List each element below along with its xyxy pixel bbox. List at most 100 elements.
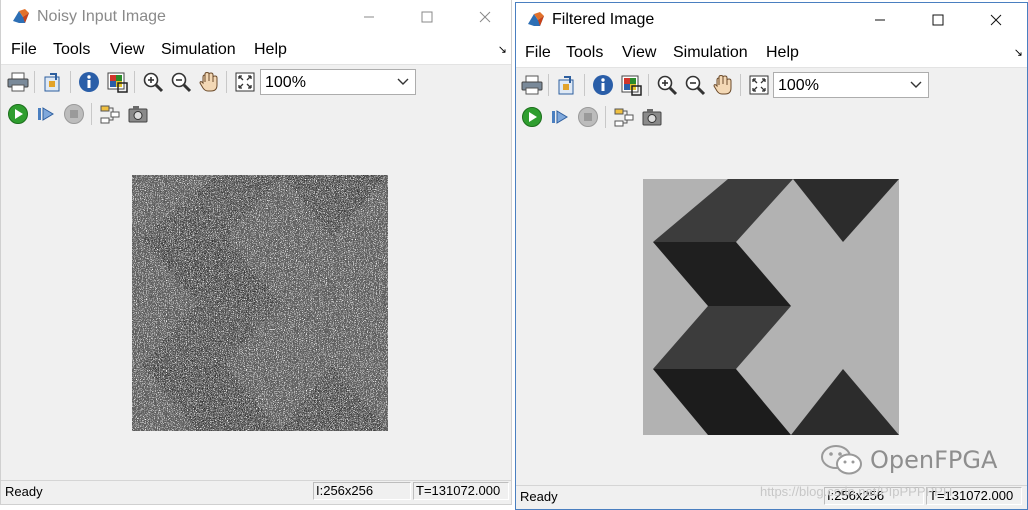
- minimize-icon: [364, 16, 374, 18]
- parameters-icon: [558, 76, 574, 95]
- maximize-icon: [421, 11, 433, 23]
- pan-hand-icon: [713, 74, 732, 95]
- menu-view[interactable]: View: [110, 41, 144, 59]
- dock-arrow-icon[interactable]: ↘: [498, 43, 507, 56]
- menu-simulation[interactable]: Simulation: [161, 41, 236, 59]
- info-icon: [79, 72, 99, 92]
- snapshot-icon: [642, 109, 662, 126]
- image-display-area: [1, 130, 511, 474]
- pixel-region-icon: [107, 72, 128, 93]
- pan-hand-icon: [199, 71, 218, 92]
- zoom-out-button[interactable]: [683, 73, 707, 97]
- highlight-model-icon: [614, 108, 634, 127]
- menu-file[interactable]: File: [11, 41, 37, 59]
- step-forward-icon: [38, 107, 54, 121]
- menu-view[interactable]: View: [622, 44, 656, 62]
- zoom-dropdown[interactable]: 100%: [773, 72, 929, 98]
- fit-to-window-icon: [235, 72, 255, 92]
- zoom-out-icon: [171, 72, 192, 93]
- highlight-model-button[interactable]: [98, 102, 122, 126]
- run-icon: [522, 107, 542, 127]
- watermark: OpenFPGA: [820, 444, 997, 476]
- noisy-input-window: Noisy Input Image File Tools View Simula…: [0, 0, 512, 505]
- zoom-in-icon: [143, 72, 164, 93]
- close-button[interactable]: [462, 0, 508, 34]
- stop-icon: [578, 107, 598, 127]
- status-bar: Ready I:256x256 T=131072.000: [1, 480, 511, 503]
- pan-button[interactable]: [711, 73, 735, 97]
- run-icon: [8, 104, 28, 124]
- parameters-button[interactable]: [41, 70, 65, 94]
- status-time: T=131072.000: [413, 482, 509, 500]
- info-button[interactable]: [591, 73, 615, 97]
- matlab-icon: [13, 9, 29, 23]
- zoom-in-icon: [657, 75, 678, 96]
- print-button[interactable]: [6, 70, 30, 94]
- step-forward-button[interactable]: [34, 102, 58, 126]
- close-button[interactable]: [973, 3, 1019, 37]
- menu-file[interactable]: File: [525, 44, 551, 62]
- highlight-model-icon: [100, 105, 120, 124]
- menu-tools[interactable]: Tools: [53, 41, 90, 59]
- menu-bar: File Tools View Simulation Help ↘: [1, 34, 511, 65]
- maximize-button[interactable]: [915, 3, 961, 37]
- matlab-icon: [528, 12, 544, 26]
- minimize-button[interactable]: [857, 3, 903, 37]
- main-toolbar: 100%: [1, 66, 511, 98]
- step-forward-button[interactable]: [548, 105, 572, 129]
- print-icon: [7, 72, 29, 92]
- filtered-image: [643, 179, 899, 435]
- fit-to-window-button[interactable]: [747, 73, 771, 97]
- dock-arrow-icon[interactable]: ↘: [1014, 46, 1023, 59]
- image-display-area: [516, 133, 1027, 479]
- snapshot-button[interactable]: [640, 105, 664, 129]
- info-icon: [593, 75, 613, 95]
- pan-button[interactable]: [197, 70, 221, 94]
- info-button[interactable]: [77, 70, 101, 94]
- zoom-out-icon: [685, 75, 706, 96]
- chevron-down-icon: [910, 81, 922, 88]
- close-icon: [479, 11, 491, 23]
- watermark-text: OpenFPGA: [870, 446, 998, 474]
- maximize-icon: [932, 14, 944, 26]
- maximize-button[interactable]: [404, 0, 450, 34]
- highlight-model-button[interactable]: [612, 105, 636, 129]
- snapshot-icon: [128, 106, 148, 123]
- zoom-dropdown[interactable]: 100%: [260, 69, 416, 95]
- run-button[interactable]: [6, 102, 30, 126]
- noisy-image: [132, 175, 388, 431]
- menu-tools[interactable]: Tools: [566, 44, 603, 62]
- stop-button[interactable]: [576, 105, 600, 129]
- title-bar[interactable]: Noisy Input Image: [1, 0, 511, 34]
- pixel-region-icon: [621, 75, 642, 96]
- step-forward-icon: [552, 110, 568, 124]
- minimize-icon: [875, 19, 885, 21]
- print-button[interactable]: [520, 73, 544, 97]
- snapshot-button[interactable]: [126, 102, 150, 126]
- run-button[interactable]: [520, 105, 544, 129]
- zoom-value: 100%: [778, 77, 819, 94]
- window-title: Noisy Input Image: [37, 8, 166, 25]
- zoom-in-button[interactable]: [655, 73, 679, 97]
- status-ready: Ready: [5, 484, 43, 499]
- zoom-out-button[interactable]: [169, 70, 193, 94]
- menu-bar: File Tools View Simulation Help ↘: [516, 37, 1027, 68]
- menu-help[interactable]: Help: [766, 44, 799, 62]
- fit-to-window-icon: [749, 75, 769, 95]
- pixel-region-button[interactable]: [105, 70, 129, 94]
- fit-to-window-button[interactable]: [233, 70, 257, 94]
- pixel-region-button[interactable]: [619, 73, 643, 97]
- title-bar[interactable]: Filtered Image: [516, 3, 1027, 37]
- menu-simulation[interactable]: Simulation: [673, 44, 748, 62]
- zoom-in-button[interactable]: [141, 70, 165, 94]
- filtered-image-window: Filtered Image File Tools View Simulatio…: [515, 2, 1028, 510]
- parameters-button[interactable]: [555, 73, 579, 97]
- menu-help[interactable]: Help: [254, 41, 287, 59]
- stop-button[interactable]: [62, 102, 86, 126]
- chevron-down-icon: [397, 78, 409, 85]
- minimize-button[interactable]: [346, 0, 392, 34]
- wechat-logo-icon: [821, 445, 862, 475]
- zoom-value: 100%: [265, 74, 306, 91]
- watermark-url: https://blog.csdn.net/PIpPPPPPH: [760, 484, 953, 499]
- simulation-toolbar: [516, 101, 1027, 133]
